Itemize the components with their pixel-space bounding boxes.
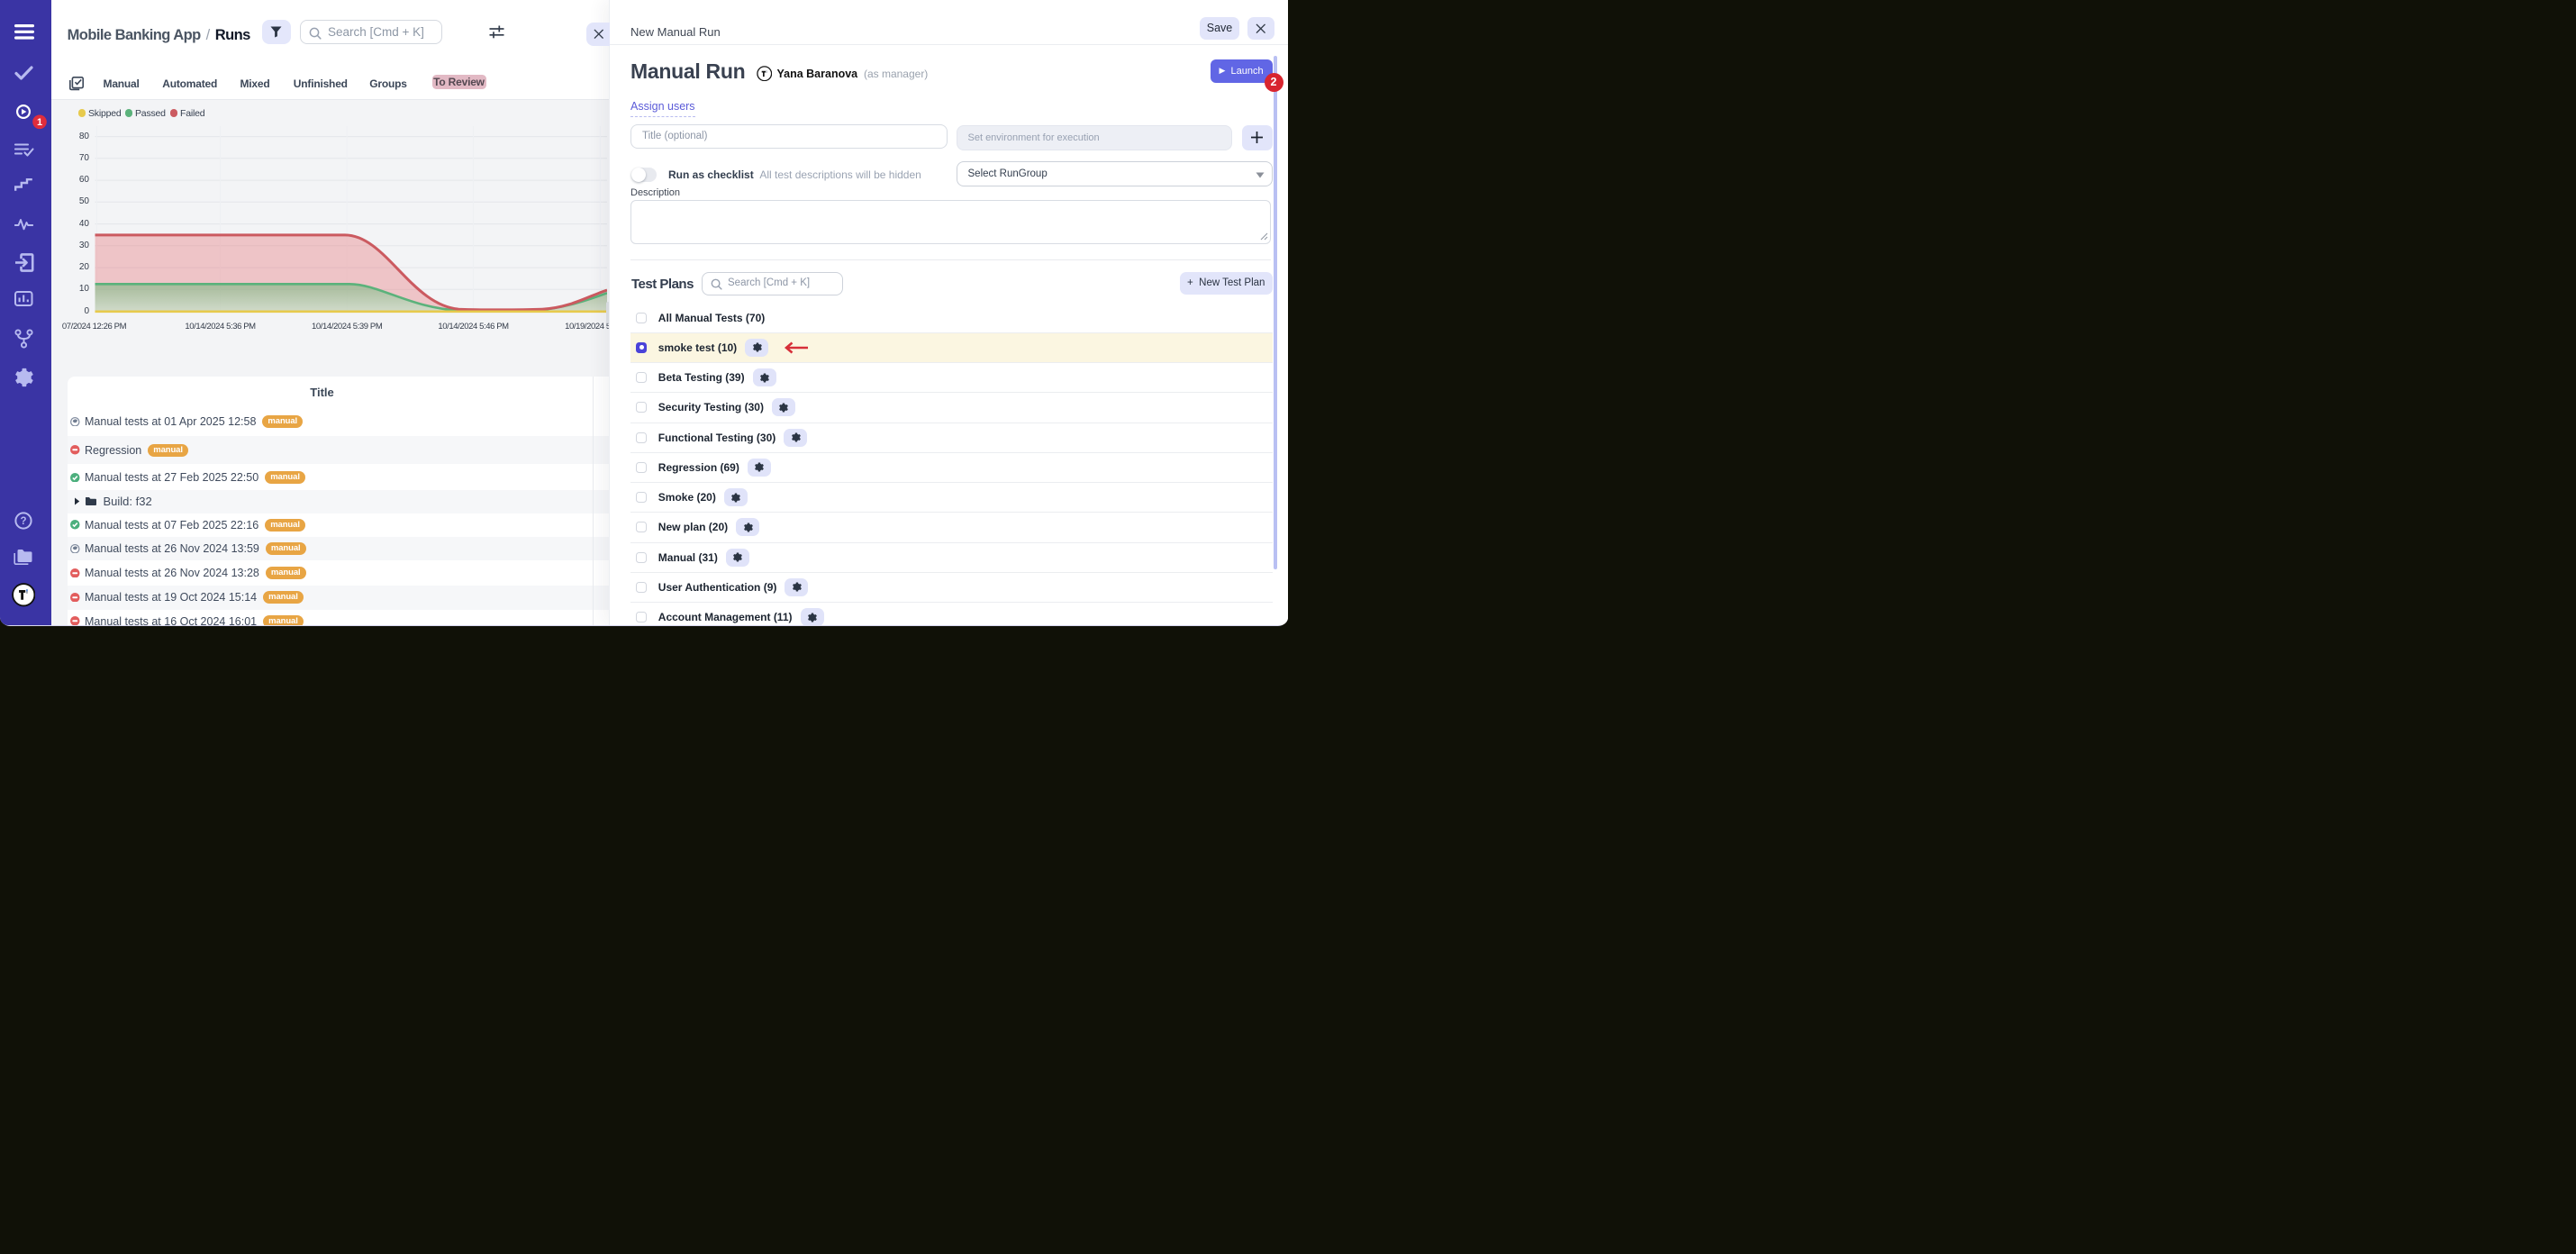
svg-text:1: 1 — [36, 117, 41, 128]
svg-text:?: ? — [20, 516, 26, 527]
